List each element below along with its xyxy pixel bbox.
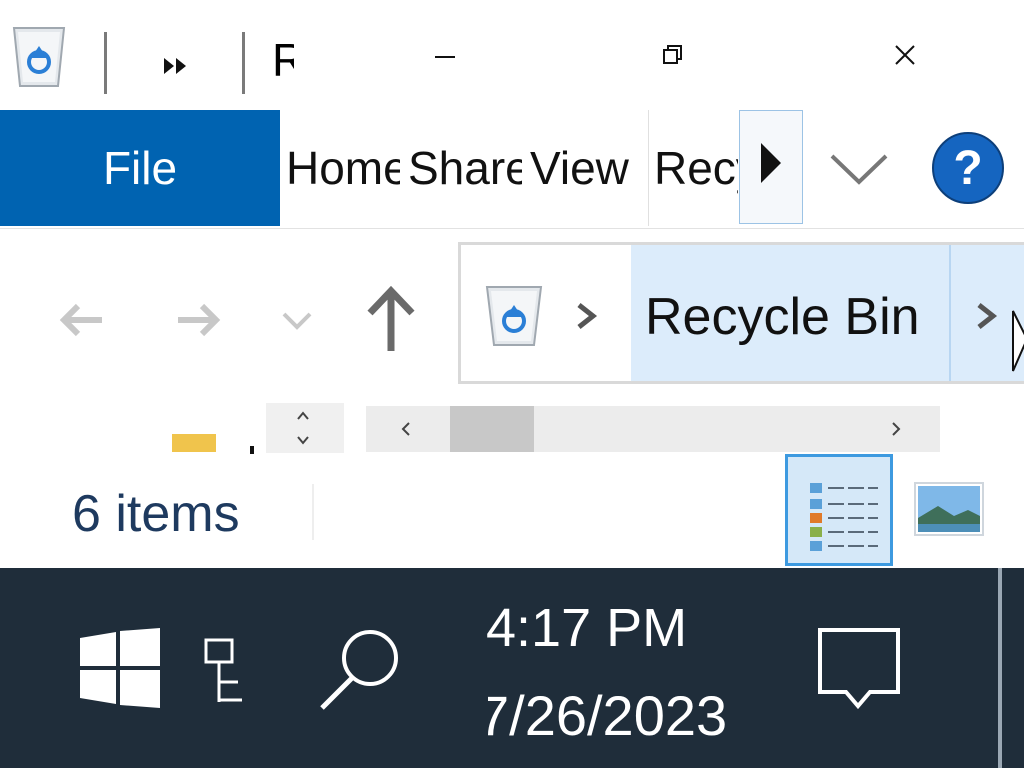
mouse-cursor-icon <box>1011 309 1024 375</box>
tab-view[interactable]: View <box>530 138 642 198</box>
large-icons-view-button[interactable] <box>914 482 984 536</box>
forward-button[interactable] <box>164 280 234 360</box>
details-view-button[interactable] <box>785 454 893 566</box>
scroll-up-down-icon <box>297 411 309 445</box>
ribbon: File Home Share View Recycle Bin Tools ? <box>0 110 1024 229</box>
tab-home[interactable]: Home <box>286 138 400 198</box>
show-desktop-edge[interactable] <box>998 568 1002 768</box>
search-icon <box>320 630 398 710</box>
arrow-up-icon <box>367 285 415 351</box>
chevron-down-icon <box>282 312 312 330</box>
file-tab[interactable]: File <box>0 110 280 226</box>
arrow-left-icon <box>59 303 102 337</box>
arrow-right-icon <box>178 303 221 337</box>
breadcrumb[interactable]: Recycle Bin <box>645 287 920 347</box>
recycle-bin-icon <box>481 277 547 349</box>
vertical-scrollbar[interactable] <box>266 403 344 453</box>
notification-icon <box>818 628 900 710</box>
horizontal-scrollbar[interactable] <box>366 406 940 452</box>
restore-button[interactable] <box>638 20 708 90</box>
minimize-button[interactable] <box>410 20 480 90</box>
clock-time[interactable]: 4:17 PM <box>486 598 687 658</box>
close-button[interactable] <box>870 20 940 90</box>
clock-date[interactable]: 7/26/2023 <box>478 686 727 746</box>
tab-recycle-bin-tools[interactable]: Recycle Bin Tools <box>654 138 738 198</box>
address-bar[interactable]: Recycle Bin <box>458 242 1024 384</box>
chevron-down-icon <box>830 154 888 185</box>
status-separator <box>312 484 314 540</box>
scroll-right-icon[interactable] <box>890 421 902 437</box>
minimize-icon <box>435 56 455 58</box>
close-icon <box>895 45 915 65</box>
window-title: R <box>272 34 294 86</box>
folder-icon <box>172 430 216 452</box>
search-button[interactable] <box>316 624 406 714</box>
customize-quick-access-icon[interactable] <box>158 52 194 80</box>
triangle-right-icon <box>761 143 781 183</box>
clock-date-mask <box>460 678 488 758</box>
back-button[interactable] <box>46 280 116 360</box>
windows-logo-icon <box>80 628 160 708</box>
breadcrumb-separator <box>949 245 951 381</box>
network-icon[interactable] <box>204 638 244 704</box>
scrollbar-thumb[interactable] <box>450 406 534 452</box>
scroll-tabs-right-button[interactable] <box>739 110 803 224</box>
recycle-bin-icon[interactable] <box>8 18 70 90</box>
taskbar: 4:17 PM 7/26/2023 <box>0 568 1024 768</box>
chevron-right-icon[interactable] <box>975 301 999 331</box>
scroll-left-icon[interactable] <box>400 421 412 437</box>
restore-icon <box>663 45 682 64</box>
expand-ribbon-button[interactable] <box>826 146 892 190</box>
tab-share[interactable]: Share <box>408 138 522 198</box>
item-count: 6 items <box>72 485 240 543</box>
landscape-icon <box>914 482 984 536</box>
nav-pane-text-fragment <box>250 446 254 454</box>
up-button[interactable] <box>356 280 426 360</box>
ribbon-separator <box>648 110 649 226</box>
chevron-right-icon[interactable] <box>575 301 599 331</box>
details-view-icon <box>810 483 878 551</box>
action-center-button[interactable] <box>818 628 900 710</box>
title-separator <box>242 32 245 94</box>
title-bar: R <box>0 0 1024 110</box>
help-button[interactable]: ? <box>932 132 1004 204</box>
start-button[interactable] <box>80 628 160 708</box>
recent-locations-button[interactable] <box>262 280 332 360</box>
title-separator <box>104 32 107 94</box>
